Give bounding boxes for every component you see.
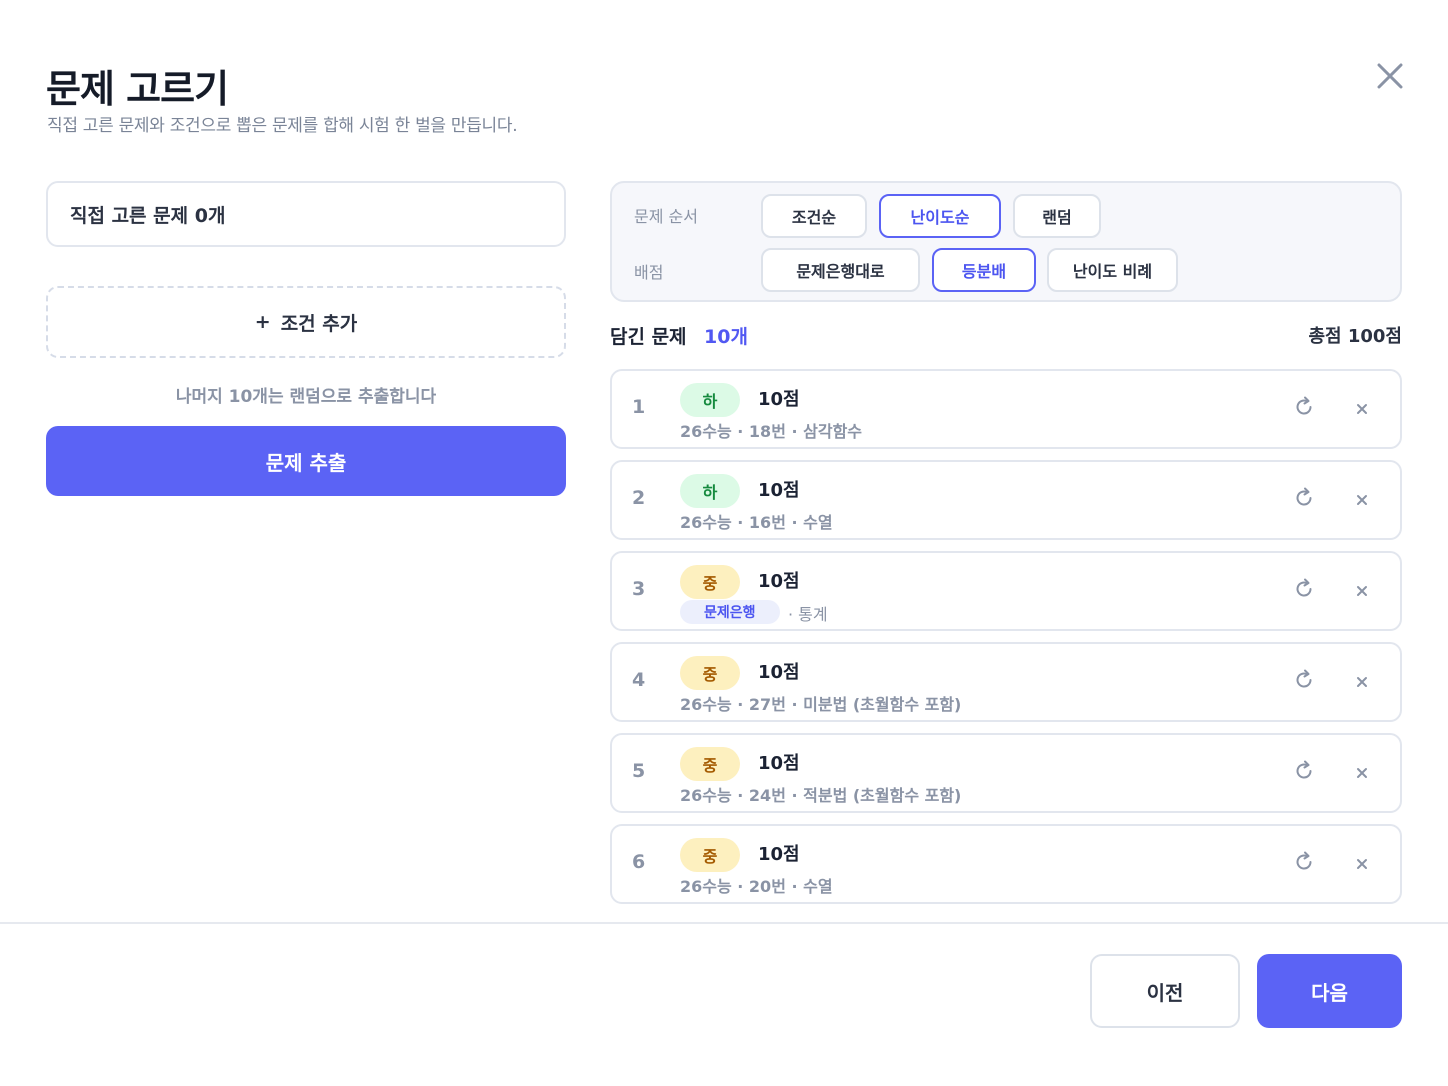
remove-icon[interactable] — [1352, 399, 1372, 419]
problem-row[interactable]: 3 중 10점 문제은행 · 통계 — [610, 551, 1402, 631]
score-label: 배점 — [634, 263, 664, 282]
refresh-icon[interactable] — [1292, 759, 1316, 783]
order-option-random[interactable]: 랜덤 — [1013, 194, 1101, 238]
next-button[interactable]: 다음 — [1257, 954, 1402, 1028]
refresh-icon[interactable] — [1292, 577, 1316, 601]
score-option-equal[interactable]: 등분배 — [932, 248, 1036, 292]
prev-button-label: 이전 — [1146, 980, 1184, 1005]
difficulty-badge: 중 — [680, 747, 740, 781]
add-condition-label: 조건 추가 — [280, 312, 358, 335]
footer-divider — [0, 922, 1448, 924]
remove-icon[interactable] — [1352, 763, 1372, 783]
difficulty-badge: 중 — [680, 656, 740, 690]
score-option-proportional[interactable]: 난이도 비례 — [1047, 248, 1178, 292]
problem-score: 10점 — [758, 571, 800, 592]
refresh-icon[interactable] — [1292, 395, 1316, 419]
difficulty-badge: 중 — [680, 565, 740, 599]
remaining-random-note: 나머지 10개는 랜덤으로 추출합니다 — [175, 387, 437, 407]
total-score: 총점 100점 — [1308, 326, 1402, 347]
remove-icon[interactable] — [1352, 854, 1372, 874]
problem-row[interactable]: 6 중 10점 26수능 · 20번 · 수열 — [610, 824, 1402, 904]
problem-meta: 26수능 · 24번 · 적분법 (초월함수 포함) — [680, 786, 962, 805]
next-button-label: 다음 — [1311, 980, 1348, 1005]
problem-number: 5 — [632, 760, 646, 782]
problem-row[interactable]: 1 하 10점 26수능 · 18번 · 삼각함수 — [610, 369, 1402, 449]
refresh-icon[interactable] — [1292, 486, 1316, 510]
difficulty-badge: 중 — [680, 838, 740, 872]
prev-button[interactable]: 이전 — [1090, 954, 1240, 1028]
problem-number: 2 — [632, 487, 646, 509]
remove-icon[interactable] — [1352, 490, 1372, 510]
problem-score: 10점 — [758, 389, 800, 410]
refresh-icon[interactable] — [1292, 668, 1316, 692]
problem-row[interactable]: 2 하 10점 26수능 · 16번 · 수열 — [610, 460, 1402, 540]
problem-score: 10점 — [758, 753, 800, 774]
refresh-icon[interactable] — [1292, 850, 1316, 874]
problem-row[interactable]: 4 중 10점 26수능 · 27번 · 미분법 (초월함수 포함) — [610, 642, 1402, 722]
score-option-bank[interactable]: 문제은행대로 — [761, 248, 920, 292]
problem-score: 10점 — [758, 480, 800, 501]
problem-number: 1 — [632, 396, 646, 418]
problem-meta: 26수능 · 18번 · 삼각함수 — [680, 422, 863, 441]
add-condition-button[interactable]: + 조건 추가 — [46, 286, 566, 358]
problem-number: 6 — [632, 851, 646, 873]
problem-meta: 26수능 · 27번 · 미분법 (초월함수 포함) — [680, 695, 962, 714]
extract-problems-button[interactable]: 문제 추출 — [46, 426, 566, 496]
page-subtitle: 직접 고른 문제와 조건으로 뽑은 문제를 합해 시험 한 벌을 만듭니다. — [47, 116, 518, 136]
problem-row[interactable]: 5 중 10점 26수능 · 24번 · 적분법 (초월함수 포함) — [610, 733, 1402, 813]
options-panel: 문제 순서 조건순 난이도순 랜덤 배점 문제은행대로 등분배 난이도 비례 — [610, 181, 1402, 302]
problem-list-count: 10개 — [704, 326, 748, 348]
problem-list-label: 담긴 문제 — [610, 326, 687, 348]
difficulty-badge: 하 — [680, 383, 740, 417]
picked-problems-box: 직접 고른 문제 0개 — [46, 181, 566, 247]
close-icon — [1377, 63, 1403, 89]
problem-number: 3 — [632, 578, 646, 600]
problem-meta: 26수능 · 16번 · 수열 — [680, 513, 833, 532]
picked-problems-label: 직접 고른 문제 0개 — [70, 204, 226, 227]
extract-problems-label: 문제 추출 — [265, 450, 347, 475]
problem-meta: 26수능 · 20번 · 수열 — [680, 877, 833, 896]
order-option-difficulty[interactable]: 난이도순 — [879, 194, 1001, 238]
difficulty-badge: 하 — [680, 474, 740, 508]
order-option-condition[interactable]: 조건순 — [761, 194, 867, 238]
page-title: 문제 고르기 — [46, 67, 229, 111]
remove-icon[interactable] — [1352, 581, 1372, 601]
problem-score: 10점 — [758, 844, 800, 865]
problem-topic: · 통계 — [788, 605, 828, 624]
order-label: 문제 순서 — [634, 207, 698, 226]
problem-score: 10점 — [758, 662, 800, 683]
remove-icon[interactable] — [1352, 672, 1372, 692]
plus-icon: + — [254, 311, 271, 333]
source-bank-badge: 문제은행 — [680, 600, 780, 624]
close-button[interactable] — [1370, 56, 1410, 96]
problem-number: 4 — [632, 669, 646, 691]
